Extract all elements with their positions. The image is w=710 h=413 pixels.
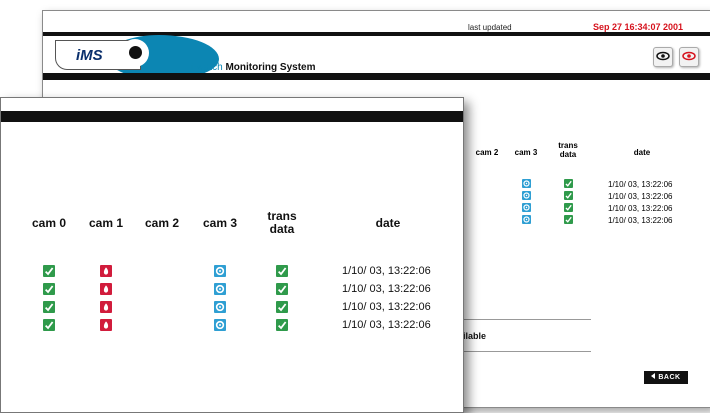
logo-pupil bbox=[129, 46, 142, 59]
view-button[interactable] bbox=[653, 47, 673, 67]
divider bbox=[463, 351, 591, 352]
alert-view-button[interactable] bbox=[679, 47, 699, 67]
app-title-main: Monitoring System bbox=[225, 62, 316, 73]
column-header: cam 1 bbox=[88, 216, 124, 230]
row-date: 1/10/ 03, 13:22:06 bbox=[342, 265, 431, 277]
column-header: cam 3 bbox=[202, 216, 238, 230]
last-updated-label: last updated bbox=[468, 23, 512, 32]
window-title-bar bbox=[1, 111, 463, 122]
column-header: cam 2 bbox=[144, 216, 180, 230]
check-icon bbox=[276, 319, 288, 331]
row-date: 1/10/ 03, 13:22:06 bbox=[342, 283, 431, 295]
header-bar bbox=[43, 73, 710, 80]
fire-alarm-icon bbox=[100, 265, 112, 277]
row-date: 1/10/ 03, 13:22:06 bbox=[608, 192, 673, 201]
back-arrow-icon bbox=[651, 373, 656, 379]
app-title-prefix: i-watch bbox=[191, 62, 223, 73]
row-date: 1/10/ 03, 13:22:06 bbox=[608, 204, 673, 213]
row-date: 1/10/ 03, 13:22:06 bbox=[608, 216, 673, 225]
logo-text: iMS bbox=[76, 47, 103, 64]
check-icon bbox=[43, 283, 55, 295]
back-button-label: BACK bbox=[658, 374, 681, 381]
check-icon bbox=[564, 203, 573, 212]
check-icon bbox=[564, 215, 573, 224]
check-icon bbox=[276, 265, 288, 277]
back-button[interactable]: BACK bbox=[644, 371, 688, 384]
check-icon bbox=[43, 319, 55, 331]
warning-icon bbox=[483, 179, 492, 188]
check-icon bbox=[43, 265, 55, 277]
check-icon bbox=[564, 179, 573, 188]
fire-alarm-icon bbox=[100, 301, 112, 313]
row-date: 1/10/ 03, 13:22:06 bbox=[608, 180, 673, 189]
app-title: i-watch Monitoring System bbox=[191, 62, 315, 73]
info-icon bbox=[522, 179, 531, 188]
column-header: cam 3 bbox=[514, 148, 538, 157]
info-icon bbox=[214, 319, 226, 331]
row-date: 1/10/ 03, 13:22:06 bbox=[342, 319, 431, 331]
info-icon bbox=[214, 265, 226, 277]
info-icon bbox=[214, 283, 226, 295]
check-icon bbox=[276, 301, 288, 313]
availability-label: ilable bbox=[463, 331, 487, 341]
warning-icon bbox=[156, 265, 168, 277]
fire-alarm-icon bbox=[100, 319, 112, 331]
info-icon bbox=[522, 215, 531, 224]
last-updated-timestamp: Sep 27 16:34:07 2001 bbox=[593, 22, 684, 32]
info-icon bbox=[522, 191, 531, 200]
fire-alarm-icon bbox=[100, 283, 112, 295]
column-header: trans data bbox=[267, 209, 297, 236]
column-header: date bbox=[375, 216, 401, 230]
info-icon bbox=[522, 203, 531, 212]
warning-icon bbox=[483, 215, 492, 224]
warning-icon bbox=[156, 283, 168, 295]
warning-icon bbox=[156, 301, 168, 313]
column-header: cam 0 bbox=[31, 216, 67, 230]
check-icon bbox=[43, 301, 55, 313]
column-header: trans data bbox=[558, 141, 578, 159]
info-icon bbox=[214, 301, 226, 313]
check-icon bbox=[276, 283, 288, 295]
column-header: cam 2 bbox=[475, 148, 499, 157]
warning-icon bbox=[156, 319, 168, 331]
eye-alert-icon bbox=[682, 51, 696, 61]
divider bbox=[463, 319, 591, 320]
row-date: 1/10/ 03, 13:22:06 bbox=[342, 301, 431, 313]
warning-icon bbox=[483, 191, 492, 200]
check-icon bbox=[564, 191, 573, 200]
warning-icon bbox=[483, 203, 492, 212]
eye-icon bbox=[656, 51, 670, 61]
column-header: date bbox=[633, 148, 651, 157]
front-window: cam 0 cam 1 cam 2 cam 3 trans data date 1/10/ 0… bbox=[0, 97, 464, 413]
